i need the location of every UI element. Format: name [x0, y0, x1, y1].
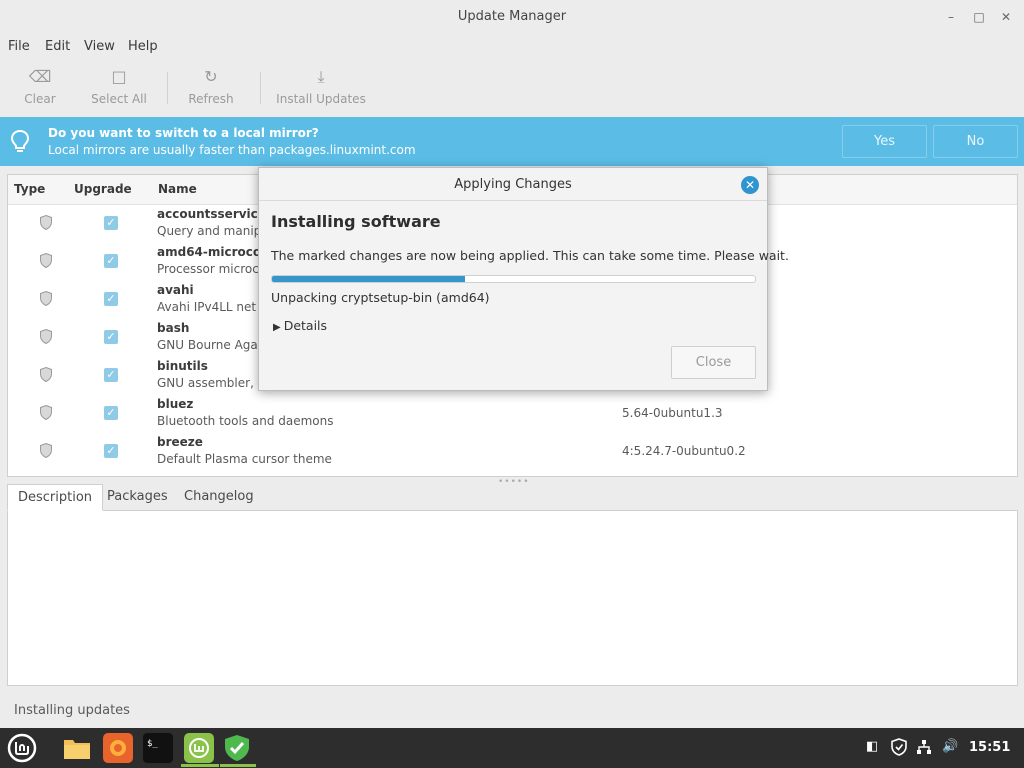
toolbar: ⌫ Clear □ Select All ↻ Refresh ⤓ Install…	[0, 62, 1024, 116]
progress-status: Unpacking cryptsetup-bin (amd64)	[271, 290, 490, 305]
minimize-icon[interactable]: –	[942, 8, 960, 26]
package-name: amd64-microcod	[157, 245, 270, 259]
tab-description[interactable]: Description	[7, 484, 104, 511]
upgrade-checkbox[interactable]: ✓	[104, 216, 118, 230]
mint-menu-icon[interactable]	[6, 732, 38, 764]
status-text: Installing updates	[14, 703, 130, 718]
package-name: accountsservice	[157, 207, 266, 221]
clear-button[interactable]: ⌫ Clear	[20, 66, 60, 112]
upgrade-checkbox[interactable]: ✓	[104, 254, 118, 268]
package-description: Query and manip	[157, 224, 262, 238]
package-name: breeze	[157, 435, 203, 449]
svg-text:$_: $_	[147, 739, 158, 749]
details-label: Details	[283, 318, 328, 333]
applying-changes-dialog: Applying Changes ✕ Installing software T…	[258, 167, 789, 391]
menu-view[interactable]: View	[84, 39, 115, 54]
upgrade-checkbox[interactable]: ✓	[104, 444, 118, 458]
table-row[interactable]: ✓ bluez Bluetooth tools and daemons 5.64…	[8, 395, 1017, 433]
triangle-right-icon: ▶	[273, 322, 281, 333]
tab-changelog[interactable]: Changelog	[174, 484, 264, 511]
menu-edit[interactable]: Edit	[45, 39, 70, 54]
upgrade-checkbox[interactable]: ✓	[104, 292, 118, 306]
mirror-infobar: Do you want to switch to a local mirror?…	[0, 117, 1024, 166]
taskbar: $_ ◧ 🔊 15:51	[0, 728, 1024, 768]
lightbulb-icon	[10, 129, 30, 152]
install-updates-button[interactable]: ⤓ Install Updates	[272, 66, 370, 112]
folder-icon[interactable]	[62, 733, 92, 763]
close-button[interactable]: Close	[671, 346, 756, 379]
active-indicator	[220, 764, 256, 767]
dialog-heading: Installing software	[271, 212, 441, 231]
notification-icon[interactable]: ◧	[866, 739, 878, 754]
shield-icon	[40, 291, 52, 306]
column-type[interactable]: Type	[14, 182, 45, 196]
no-button[interactable]: No	[933, 125, 1018, 158]
dialog-message: The marked changes are now being applied…	[271, 248, 789, 263]
column-upgrade[interactable]: Upgrade	[74, 182, 132, 196]
package-description: GNU Bourne Aga	[157, 338, 258, 352]
tab-packages[interactable]: Packages	[97, 484, 178, 511]
firefox-icon[interactable]	[103, 733, 133, 763]
package-description: Avahi IPv4LL net	[157, 300, 257, 314]
package-name: avahi	[157, 283, 194, 297]
shield-icon	[40, 215, 52, 230]
shield-icon	[40, 443, 52, 458]
download-icon: ⤓	[317, 67, 325, 86]
upgrade-checkbox[interactable]: ✓	[104, 330, 118, 344]
upgrade-checkbox[interactable]: ✓	[104, 368, 118, 382]
menu-help[interactable]: Help	[128, 39, 158, 54]
infobar-title: Do you want to switch to a local mirror?	[48, 126, 319, 140]
package-name: binutils	[157, 359, 208, 373]
yes-button[interactable]: Yes	[842, 125, 927, 158]
mintinstall-icon[interactable]	[184, 733, 214, 763]
details-expander[interactable]: ▶ Details	[273, 318, 327, 333]
close-icon[interactable]: ✕	[997, 8, 1015, 26]
window-title: Update Manager	[457, 9, 567, 24]
package-version: 5.64-0ubuntu1.3	[622, 406, 723, 420]
update-tray-icon[interactable]	[891, 738, 907, 756]
package-description: Bluetooth tools and daemons	[157, 414, 334, 428]
package-description: Default Plasma cursor theme	[157, 452, 332, 466]
clock[interactable]: 15:51	[969, 740, 1010, 755]
active-indicator	[181, 764, 219, 767]
maximize-icon[interactable]: □	[970, 8, 988, 26]
backspace-icon: ⌫	[28, 67, 52, 86]
update-manager-icon[interactable]	[222, 733, 252, 763]
shield-icon	[40, 367, 52, 382]
refresh-button[interactable]: ↻ Refresh	[184, 66, 238, 112]
package-name: bluez	[157, 397, 194, 411]
title-bar: Update Manager – □ ✕	[0, 0, 1024, 33]
dialog-title: Applying Changes	[454, 177, 572, 192]
progress-bar	[271, 275, 756, 283]
package-description: GNU assembler, l	[157, 376, 262, 390]
progress-fill	[272, 276, 466, 282]
toolbar-separator	[260, 72, 261, 104]
upgrade-checkbox[interactable]: ✓	[104, 406, 118, 420]
column-name[interactable]: Name	[158, 182, 197, 196]
package-name: bash	[157, 321, 190, 335]
close-icon[interactable]: ✕	[741, 176, 759, 194]
select-all-icon: □	[111, 67, 127, 86]
dialog-header: Applying Changes ✕	[259, 168, 767, 201]
toolbar-separator	[167, 72, 168, 104]
table-row[interactable]: ✓ breeze Default Plasma cursor theme 4:5…	[8, 433, 1017, 471]
shield-icon	[40, 253, 52, 268]
refresh-icon: ↻	[204, 67, 218, 86]
network-icon[interactable]	[916, 739, 932, 755]
infobar-subtitle: Local mirrors are usually faster than pa…	[48, 143, 416, 157]
menu-file[interactable]: File	[8, 39, 30, 54]
description-pane	[7, 510, 1018, 686]
volume-icon[interactable]: 🔊	[942, 739, 958, 754]
package-description: Processor microc	[157, 262, 259, 276]
pane-resize-handle[interactable]: •••••	[498, 477, 530, 487]
shield-icon	[40, 405, 52, 420]
terminal-icon[interactable]: $_	[143, 733, 173, 763]
select-all-button[interactable]: □ Select All	[86, 66, 152, 112]
package-version: 4:5.24.7-0ubuntu0.2	[622, 444, 746, 458]
shield-icon	[40, 329, 52, 344]
